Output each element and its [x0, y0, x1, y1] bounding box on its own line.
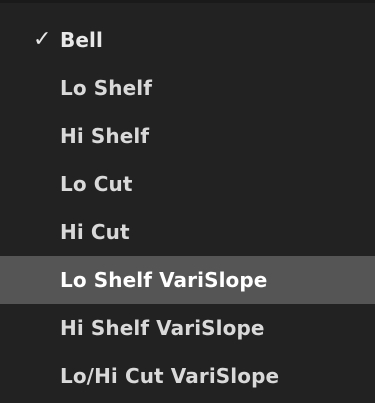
menu-item-hi-shelf-varislope[interactable]: Hi Shelf VariSlope [0, 304, 375, 352]
filter-type-dropdown-menu: ✓ Bell Lo Shelf Hi Shelf Lo Cut Hi Cut L… [0, 0, 375, 403]
menu-item-label: Lo Cut [60, 172, 133, 196]
menu-item-hi-shelf[interactable]: Hi Shelf [0, 112, 375, 160]
menu-item-label: Hi Shelf [60, 124, 150, 148]
menu-item-lo-shelf-varislope[interactable]: Lo Shelf VariSlope [0, 256, 375, 304]
menu-item-lo-shelf[interactable]: Lo Shelf [0, 64, 375, 112]
menu-list: ✓ Bell Lo Shelf Hi Shelf Lo Cut Hi Cut L… [0, 16, 375, 400]
menu-item-label: Lo Shelf VariSlope [60, 268, 268, 292]
menu-item-lo-cut[interactable]: Lo Cut [0, 160, 375, 208]
menu-item-bell[interactable]: ✓ Bell [0, 16, 375, 64]
menu-item-label: Hi Shelf VariSlope [60, 316, 265, 340]
menu-item-label: Lo/Hi Cut VariSlope [60, 364, 280, 388]
menu-top-edge [0, 0, 375, 3]
menu-item-label: Bell [60, 28, 103, 52]
menu-item-lo-hi-cut-varislope[interactable]: Lo/Hi Cut VariSlope [0, 352, 375, 400]
menu-item-label: Lo Shelf [60, 76, 153, 100]
menu-item-label: Hi Cut [60, 220, 130, 244]
menu-item-hi-cut[interactable]: Hi Cut [0, 208, 375, 256]
checkmark-icon: ✓ [33, 27, 52, 52]
